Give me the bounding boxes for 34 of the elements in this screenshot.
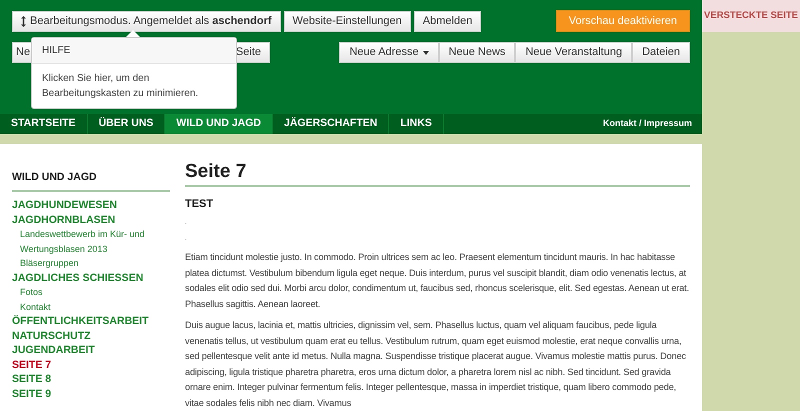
sidebar-title: WILD UND JAGD — [12, 170, 170, 192]
sidebar-sublink[interactable]: Landeswettbewerb im Kür- und Wertungsblasen 2013 — [12, 227, 170, 256]
hidden-page-badge: VERSTECKTE SEITE — [702, 0, 800, 32]
vertical-resize-icon — [21, 16, 26, 26]
contact-link[interactable]: Kontakt / Impressum — [602, 114, 702, 134]
toolbar-button[interactable]: Neue Veranstaltung — [515, 42, 632, 63]
sidebar-sublink[interactable]: Kontakt — [12, 300, 170, 314]
sidebar-link[interactable]: JAGDLICHES SCHIESSEN — [12, 270, 170, 286]
toolbar-button[interactable]: Neue Adresse — [339, 42, 439, 63]
sidebar-link[interactable]: JAGDHORNBLASEN — [12, 212, 170, 228]
sidebar-link[interactable]: SEITE 9 — [12, 386, 170, 402]
toolbar-button[interactable]: Dateien — [632, 42, 690, 63]
admin-button[interactable]: Abmelden — [414, 10, 482, 32]
nav-tab[interactable]: JÄGERSCHAFTEN — [273, 114, 390, 134]
sidebar-sublink[interactable]: Fotos — [12, 285, 170, 300]
nav-tab[interactable]: LINKS — [389, 114, 444, 134]
sidebar-link[interactable]: SEITE 7 — [12, 358, 170, 372]
sidebar-link[interactable]: NATURSCHUTZ — [12, 328, 170, 344]
body-paragraph: Etiam tincidunt molestie justo. In commodo. Proin ultrices sem ac leo. Praesent elementum tincidunt mauris. In hac habitasse platea dictumst. Vestibulum bibendum ligula eget neque. Duis interdum, purus vel suscipit blandit, diam odio venenatis lectus, at sodales elit odio sed dui. Morbi arcu dolor, condimentum ut, faucibus sed, rhoncus scelerisque, elit. Sed egestas. Aenean ut erat. Phasellus sagittis. Aenean laoreet. — [185, 251, 690, 311]
sidebar-link[interactable]: JAGDHUNDEWESEN — [12, 198, 170, 213]
sidebar-sublink[interactable]: Bläsergruppen — [12, 256, 170, 271]
sidebar-link[interactable]: JUGENDARBEIT — [12, 343, 170, 358]
tooltip-title: HILFE — [32, 38, 236, 64]
nav-tab[interactable]: WILD UND JAGD — [165, 114, 273, 134]
toolbar-button[interactable]: Neue News — [438, 42, 516, 63]
body-paragraph: Duis augue lacus, lacinia et, mattis ultricies, dignissim vel, sem. Phasellus luctus, quam vel aliquam faucibus, pede ligula venenatis tellus, ut vestibulum quam erat eu tellus. Vestibulum rutrum, quam eget euismod molestie, erat neque convallis urna, sed pellentesque velit ante id metus. Nulla magna. Suspendisse tristique placerat augue. Vivamus molestie mattis purus. Donec adipiscing, ligula tristique pharetra pharetra, eros urna dictum dolor, a pharetra lorem nisl ac nibh. Sed tincidunt. Sed gravida ornare enim. Integer pulvinar fermentum felis. Integer pellentesque, massa in imperdiet tristique, quam libero commodo pede, vitae sodales felis nibh nec diam. Vivamus — [185, 319, 687, 410]
admin-button[interactable]: Website-Einstellungen — [284, 10, 411, 32]
tooltip-text: Klicken Sie hier, um den Bearbeitungskasten zu minimieren. — [41, 72, 200, 101]
page-title: Seite 7 — [185, 162, 690, 186]
sidebar-link[interactable]: ÖFFENTLICHKEITSARBEIT — [12, 314, 170, 329]
edit-mode-button[interactable]: Bearbeitungsmodus. Angemeldet als aschendorf — [12, 10, 281, 32]
nav-tab[interactable]: STARTSEITE — [0, 114, 88, 134]
page-subtitle: TEST — [185, 196, 214, 212]
sidebar-link[interactable]: SEITE 8 — [12, 372, 170, 387]
